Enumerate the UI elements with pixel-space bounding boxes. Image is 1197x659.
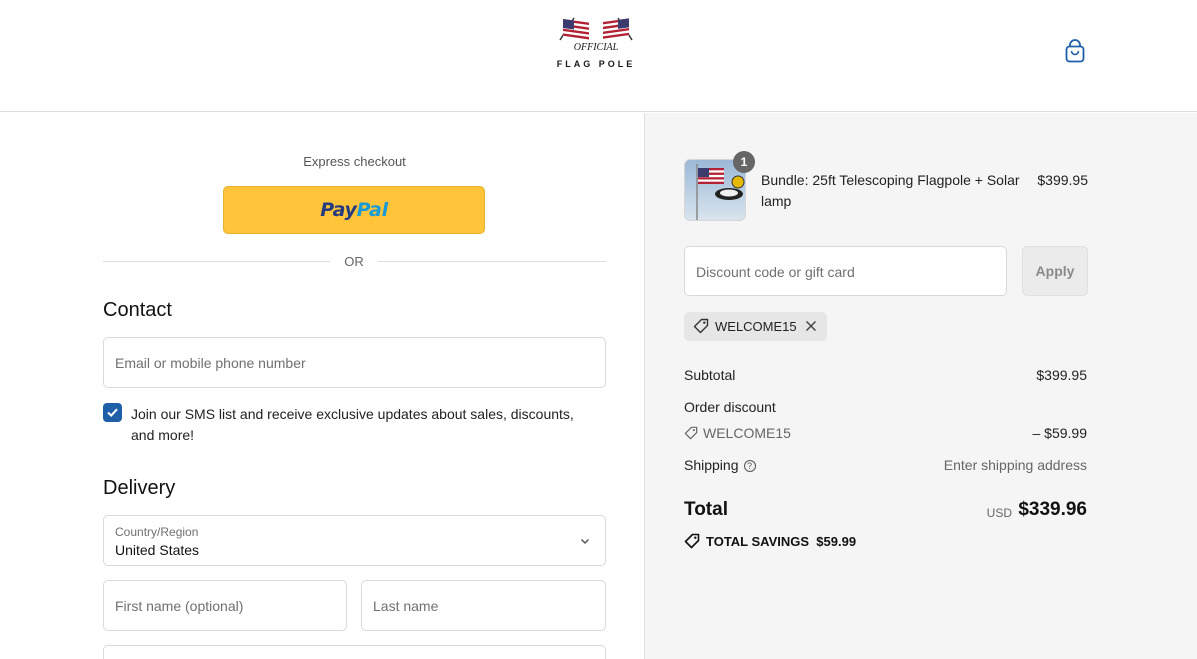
total-savings-value: $59.99: [816, 534, 857, 549]
product-name: Bundle: 25ft Telescoping Flagpole + Sola…: [761, 172, 1020, 209]
applied-discount-chip: WELCOME15: [684, 312, 827, 341]
discount-code-input[interactable]: Discount code or gift card: [684, 246, 1007, 296]
discount-placeholder: Discount code or gift card: [696, 264, 855, 280]
total-value: $339.96: [1018, 499, 1087, 520]
total-savings-label: TOTAL SAVINGS: [706, 534, 810, 549]
shipping-value: Enter shipping address: [943, 457, 1087, 473]
product-price: $399.95: [1037, 172, 1088, 188]
remove-discount-icon[interactable]: [803, 318, 819, 334]
order-discount-value: – $59.99: [1032, 425, 1088, 441]
order-summary-column: 1 Bundle: 25ft Telescoping Flagpole + So…: [644, 113, 1197, 659]
country-value: United States: [115, 542, 200, 558]
subtotal-label: Subtotal: [684, 367, 736, 383]
tag-icon: [684, 426, 698, 440]
header: OFFICIAL FLAG POLE: [0, 0, 1197, 112]
order-discount-code: WELCOME15: [703, 425, 791, 441]
paypal-logo-pal: Pal: [356, 199, 388, 221]
paypal-logo: PayPal: [320, 199, 388, 221]
help-icon[interactable]: ?: [743, 460, 756, 472]
country-label: Country/Region: [115, 525, 199, 539]
express-checkout-label: Express checkout: [303, 154, 406, 169]
checkmark-icon: [107, 408, 118, 418]
or-label: OR: [330, 254, 378, 269]
total-label: Total: [684, 499, 728, 520]
last-name-field[interactable]: Last name: [361, 580, 606, 631]
sms-optin-checkbox[interactable]: [103, 403, 122, 422]
checkout-form-column: Express checkout PayPal OR Contact Email…: [0, 113, 644, 659]
chevron-down-icon: [580, 538, 590, 545]
apply-discount-button[interactable]: Apply: [1022, 246, 1088, 296]
brand-name: FLAG POLE: [556, 59, 636, 69]
brand-tagline: OFFICIAL: [573, 42, 619, 53]
order-discount-code-row: WELCOME15: [684, 425, 791, 441]
first-name-placeholder: First name (optional): [115, 598, 244, 614]
applied-discount-code: WELCOME15: [715, 319, 797, 334]
crossed-flags-icon: [559, 17, 633, 41]
shopping-bag-icon[interactable]: [1063, 38, 1087, 64]
sms-optin-label: Join our SMS list and receive exclusive …: [131, 406, 574, 443]
email-placeholder: Email or mobile phone number: [115, 355, 306, 371]
first-name-field[interactable]: First name (optional): [103, 580, 347, 631]
last-name-placeholder: Last name: [373, 598, 439, 614]
paypal-button[interactable]: PayPal: [223, 186, 485, 234]
country-select[interactable]: Country/Region United States: [103, 515, 606, 566]
shipping-label: Shipping: [684, 457, 739, 473]
email-field[interactable]: Email or mobile phone number: [103, 337, 606, 388]
quantity-badge: 1: [733, 151, 755, 173]
shipping-row: Shipping?: [684, 457, 756, 473]
total-savings-row: TOTAL SAVINGS $59.99: [684, 533, 856, 549]
contact-title: Contact: [103, 299, 172, 321]
tag-icon: [693, 318, 709, 334]
paypal-logo-pay: Pay: [320, 199, 357, 221]
tag-icon: [684, 533, 700, 549]
subtotal-value: $399.95: [1036, 367, 1087, 383]
address-field[interactable]: [103, 645, 606, 659]
order-discount-label: Order discount: [684, 399, 776, 415]
total-currency: USD: [986, 506, 1012, 520]
delivery-title: Delivery: [103, 477, 176, 499]
brand-logo[interactable]: OFFICIAL FLAG POLE: [548, 16, 644, 74]
